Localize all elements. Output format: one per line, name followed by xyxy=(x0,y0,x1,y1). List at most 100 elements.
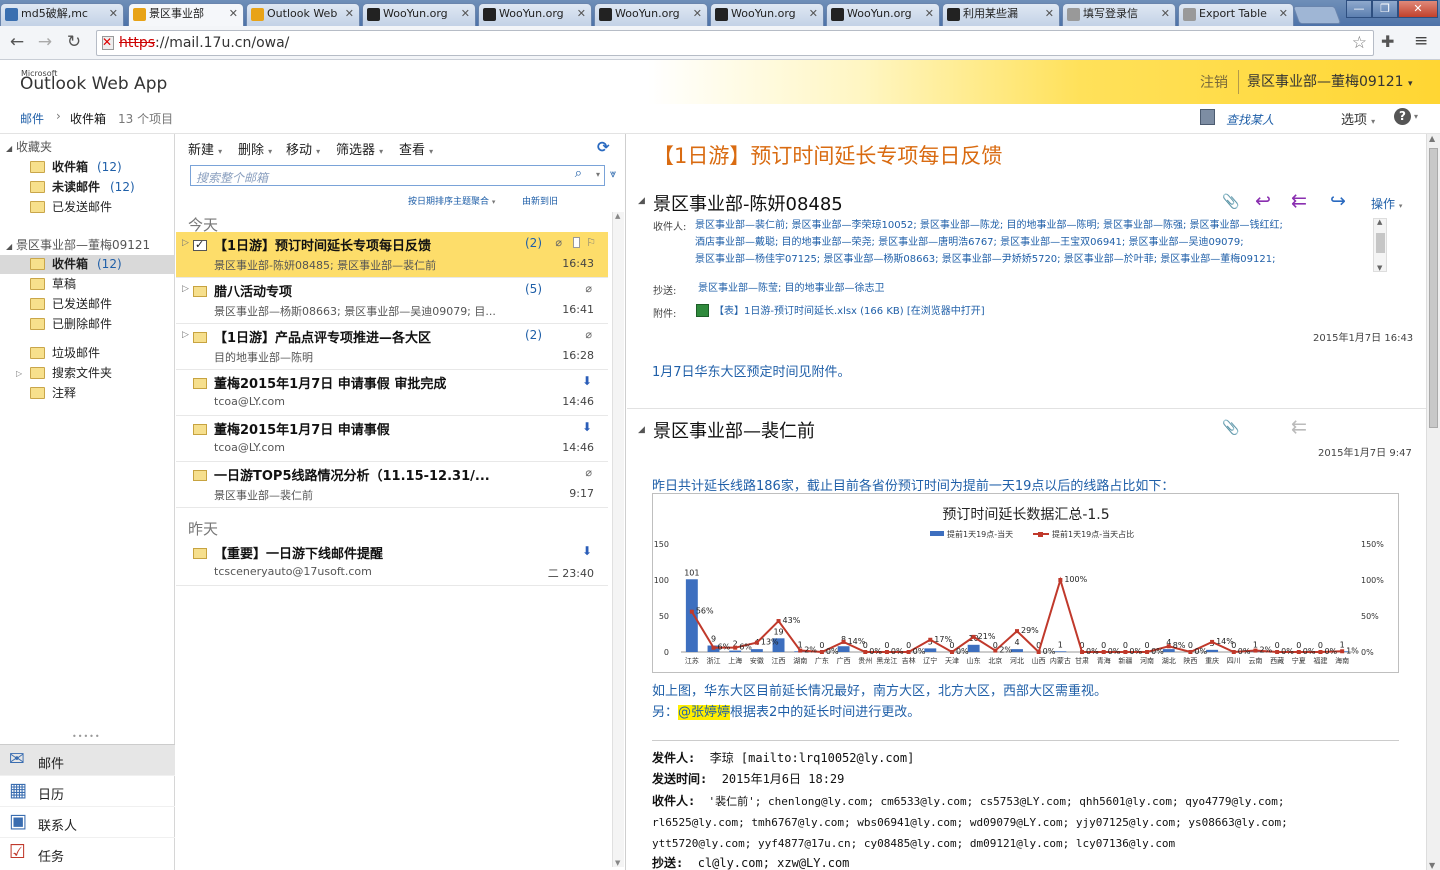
message-row[interactable]: ▷ ✓ 【1日游】预订时间延长专项每日反馈 景区事业部-陈妍08485; 景区事业部—… xyxy=(176,232,608,278)
folder-item[interactable]: 垃圾邮件 xyxy=(0,344,174,363)
tab-close-icon[interactable]: ✕ xyxy=(461,4,470,24)
extension-puzzle-icon[interactable]: ✚ xyxy=(1381,32,1394,51)
attachment-link[interactable]: 【表】1日游-预订时间延长.xlsx (166 KB) [在浏览器中打开] xyxy=(714,303,985,320)
tab-close-icon[interactable]: ✕ xyxy=(345,4,354,24)
collapse-icon-2[interactable]: ◢ xyxy=(638,425,645,435)
recipients-scrollbar[interactable]: ▲ ▼ xyxy=(1373,218,1387,272)
browser-tab[interactable]: WooYun.org ✕ xyxy=(710,3,824,26)
folder-item[interactable]: 草稿 xyxy=(0,275,174,294)
browser-tab[interactable]: WooYun.org ✕ xyxy=(594,3,708,26)
reply-all-icon[interactable]: ⇇ xyxy=(1291,190,1307,212)
tab-close-icon[interactable]: ✕ xyxy=(693,4,702,24)
tab-close-icon[interactable]: ✕ xyxy=(229,4,238,24)
search-input[interactable]: 搜索整个邮箱 xyxy=(196,169,268,186)
search-icon[interactable]: ⌕ xyxy=(575,166,582,181)
actions-menu[interactable]: 操作 ▾ xyxy=(1371,195,1402,212)
sender-name[interactable]: 景区事业部-陈妍08485 xyxy=(653,190,843,216)
reply-all-icon-2[interactable]: ⇇ xyxy=(1291,416,1307,438)
message-row[interactable]: 董梅2015年1月7日 申请事假 tcoa@LY.com 14:46 ⬇ xyxy=(176,416,608,462)
message-row[interactable]: 一日游TOP5线路情况分析（11.15-12.31/... 景区事业部—裴仁前 9:… xyxy=(176,462,608,508)
refresh-icon[interactable]: ⟳ xyxy=(597,138,610,156)
sort-order[interactable]: 由新到旧 xyxy=(522,194,558,207)
browser-tab[interactable]: WooYun.org ✕ xyxy=(478,3,592,26)
tab-close-icon[interactable]: ✕ xyxy=(809,4,818,24)
folder-item[interactable]: 注释 xyxy=(0,384,174,403)
view-button[interactable]: 查看 ▾ xyxy=(399,139,433,158)
tab-close-icon[interactable]: ✕ xyxy=(925,4,934,24)
module-tasks[interactable]: ☑ 任务 xyxy=(0,837,175,868)
menu-icon[interactable]: ≡ xyxy=(1414,31,1428,51)
bookmark-star-icon[interactable]: ☆ xyxy=(1352,33,1367,53)
module-mail[interactable]: ✉ 邮件 xyxy=(0,744,175,775)
browser-tab[interactable]: 景区事业部 ✕ xyxy=(128,3,244,26)
browser-tab[interactable]: md5破解,mc ✕ xyxy=(0,3,124,26)
folder-item[interactable]: 搜索文件夹 ▷ xyxy=(0,364,174,383)
sort-arrangement[interactable]: 按日期排序主题聚合 ▾ xyxy=(408,194,495,207)
expand-thread-icon[interactable]: ▷ xyxy=(182,330,189,340)
address-book-icon[interactable] xyxy=(1200,109,1215,125)
favorite-folder[interactable]: 已发送邮件 xyxy=(30,198,170,217)
tab-close-icon[interactable]: ✕ xyxy=(1045,4,1054,24)
browser-tab[interactable]: WooYun.org ✕ xyxy=(826,3,940,26)
folder-item[interactable]: 收件箱 (12) xyxy=(0,255,174,274)
user-menu[interactable]: 景区事业部—董梅09121 ▾ xyxy=(1247,71,1413,91)
help-chevron-icon[interactable]: ▾ xyxy=(1414,112,1418,121)
category-icon[interactable] xyxy=(573,237,580,248)
reload-icon[interactable]: ↻ xyxy=(63,31,85,53)
help-icon[interactable]: ? xyxy=(1394,108,1411,125)
checkbox-icon[interactable]: ✓ xyxy=(193,238,207,251)
filter-button[interactable]: 筛选器 ▾ xyxy=(336,139,383,158)
tab-close-icon[interactable]: ✕ xyxy=(1161,4,1170,24)
browser-tab[interactable]: 填写登录信 ✕ xyxy=(1062,3,1176,26)
forward-icon[interactable]: → xyxy=(34,31,56,53)
folder-item[interactable]: 已发送邮件 xyxy=(0,295,174,314)
to-line-3[interactable]: 景区事业部—杨佳宇07125; 景区事业部—杨斯08663; 景区事业部—尹娇娇… xyxy=(695,251,1375,268)
browser-tab[interactable]: 利用某些漏 ✕ xyxy=(942,3,1060,26)
browser-tab[interactable]: Export Table ✕ xyxy=(1178,3,1294,26)
to-line-2[interactable]: 酒店事业部—戴聪; 目的地事业部—荣尧; 景区事业部—唐明浩6767; 景区事业… xyxy=(695,234,1375,251)
message-row[interactable]: 【重要】一日游下线邮件提醒 tcsceneryauto@17usoft.com 二 … xyxy=(176,540,608,586)
tab-close-icon[interactable]: ✕ xyxy=(1279,4,1288,24)
signout-link[interactable]: 注销 xyxy=(1200,72,1228,92)
mailbox-header[interactable]: ◢ 景区事业部—董梅09121 xyxy=(6,236,150,253)
new-tab-button[interactable] xyxy=(1292,6,1342,24)
close-window-button[interactable]: ✕ xyxy=(1398,0,1438,18)
folder-item[interactable]: 已删除邮件 xyxy=(0,315,174,334)
to-line-1[interactable]: 景区事业部—裴仁前; 景区事业部—李荣琼10052; 景区事业部—陈龙; 目的地… xyxy=(695,217,1375,234)
find-someone-input[interactable]: 查找某人 xyxy=(1226,111,1274,128)
back-icon[interactable]: ← xyxy=(6,31,28,53)
reading-scrollbar[interactable]: ▲ ▼ xyxy=(1426,134,1440,870)
expand-search-icon[interactable]: ⩔ xyxy=(610,167,616,181)
collapse-icon[interactable]: ◢ xyxy=(638,196,645,206)
list-scrollbar[interactable]: ▲ ▼ xyxy=(612,212,624,867)
options-menu[interactable]: 选项 ▾ xyxy=(1341,109,1375,128)
minimize-button[interactable]: — xyxy=(1346,0,1372,18)
cc-recipients[interactable]: 景区事业部—陈莹; 目的地事业部—徐志卫 xyxy=(698,280,885,297)
search-options-chevron-icon[interactable]: ▾ xyxy=(596,170,600,179)
address-bar[interactable]: ✕ https://mail.17u.cn/owa/ ☆ xyxy=(96,30,1374,56)
forward-mail-icon[interactable]: ↪ xyxy=(1330,190,1346,212)
expand-thread-icon[interactable]: ▷ xyxy=(182,238,189,248)
tab-close-icon[interactable]: ✕ xyxy=(109,4,118,24)
expand-thread-icon[interactable]: ▷ xyxy=(182,284,189,294)
favorite-folder[interactable]: 收件箱 (12) xyxy=(30,158,170,177)
favorites-header[interactable]: ◢ 收藏夹 xyxy=(6,138,52,155)
pane-resize-dots[interactable]: ••••• xyxy=(72,732,101,741)
flag-icon[interactable]: ⚐ xyxy=(586,236,596,249)
new-button[interactable]: 新建 ▾ xyxy=(188,139,222,158)
tab-close-icon[interactable]: ✕ xyxy=(577,4,586,24)
favorite-folder[interactable]: 未读邮件 (12) xyxy=(30,178,170,197)
reply-icon[interactable]: ↩ xyxy=(1255,190,1271,212)
delete-button[interactable]: 删除 ▾ xyxy=(238,139,272,158)
sender-name-2[interactable]: 景区事业部—裴仁前 xyxy=(653,417,815,443)
module-calendar[interactable]: ▦ 日历 xyxy=(0,775,175,806)
message-row[interactable]: ▷ 【1日游】产品点评专项推进—各大区 目的地事业部—陈明 16:28 (2) ⌀ xyxy=(176,324,608,370)
maximize-button[interactable]: ❐ xyxy=(1372,0,1398,18)
message-row[interactable]: 董梅2015年1月7日 申请事假 审批完成 tcoa@LY.com 14:46 ⬇ xyxy=(176,370,608,416)
message-row[interactable]: ▷ 腊八活动专项 景区事业部—杨斯08663; 景区事业部—吴迪09079; 目..… xyxy=(176,278,608,324)
breadcrumb-root[interactable]: 邮件 xyxy=(20,110,44,127)
move-button[interactable]: 移动 ▾ xyxy=(286,139,320,158)
expand-icon[interactable]: ▷ xyxy=(16,364,22,383)
to-recipients[interactable]: 景区事业部—裴仁前; 景区事业部—李荣琼10052; 景区事业部—陈龙; 目的地… xyxy=(695,217,1375,268)
search-box[interactable]: 搜索整个邮箱 ⌕ ▾ xyxy=(190,165,605,186)
